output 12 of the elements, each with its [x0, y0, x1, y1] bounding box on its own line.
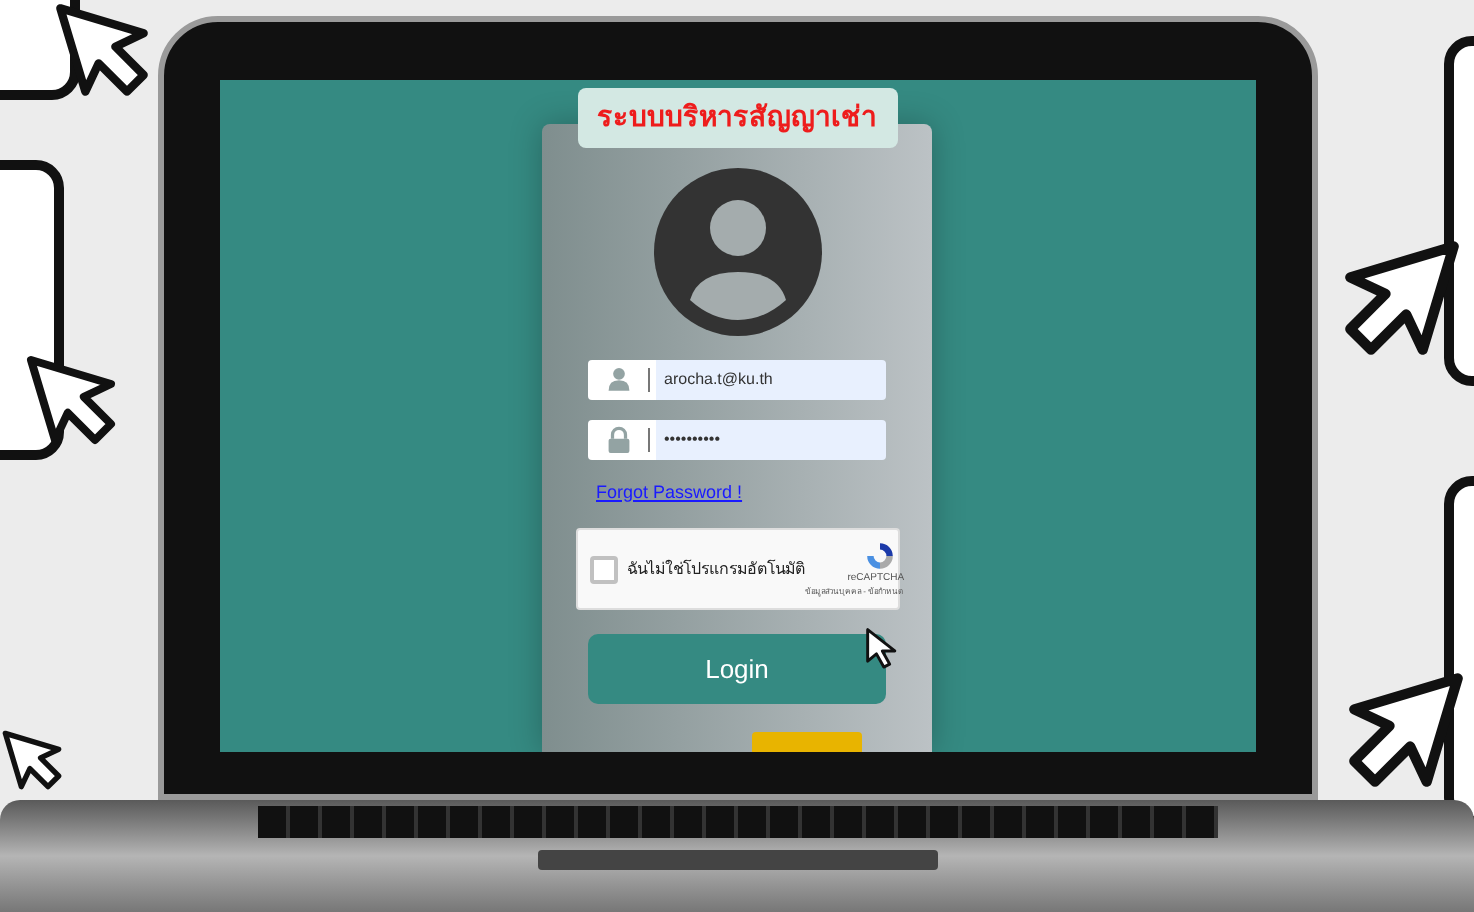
- pointer-cursor-icon: [1340, 236, 1464, 360]
- avatar-icon: [653, 167, 821, 335]
- captcha-checkbox[interactable]: [589, 555, 617, 583]
- user-icon: [606, 366, 632, 392]
- register-button[interactable]: [752, 732, 862, 752]
- lock-icon: [606, 425, 632, 453]
- recaptcha-logo-icon: [864, 539, 897, 572]
- input-field[interactable]: arocha.t@ku.th: [656, 359, 886, 399]
- login-button[interactable]: Login: [588, 634, 886, 704]
- title-tag: ระบบบริหารสัญญาเช่า: [577, 88, 897, 147]
- input-field[interactable]: ••••••••••: [656, 419, 886, 459]
- captcha-label: ฉันไม่ใช่โปรแกรมอัตโนมัติ: [627, 557, 805, 581]
